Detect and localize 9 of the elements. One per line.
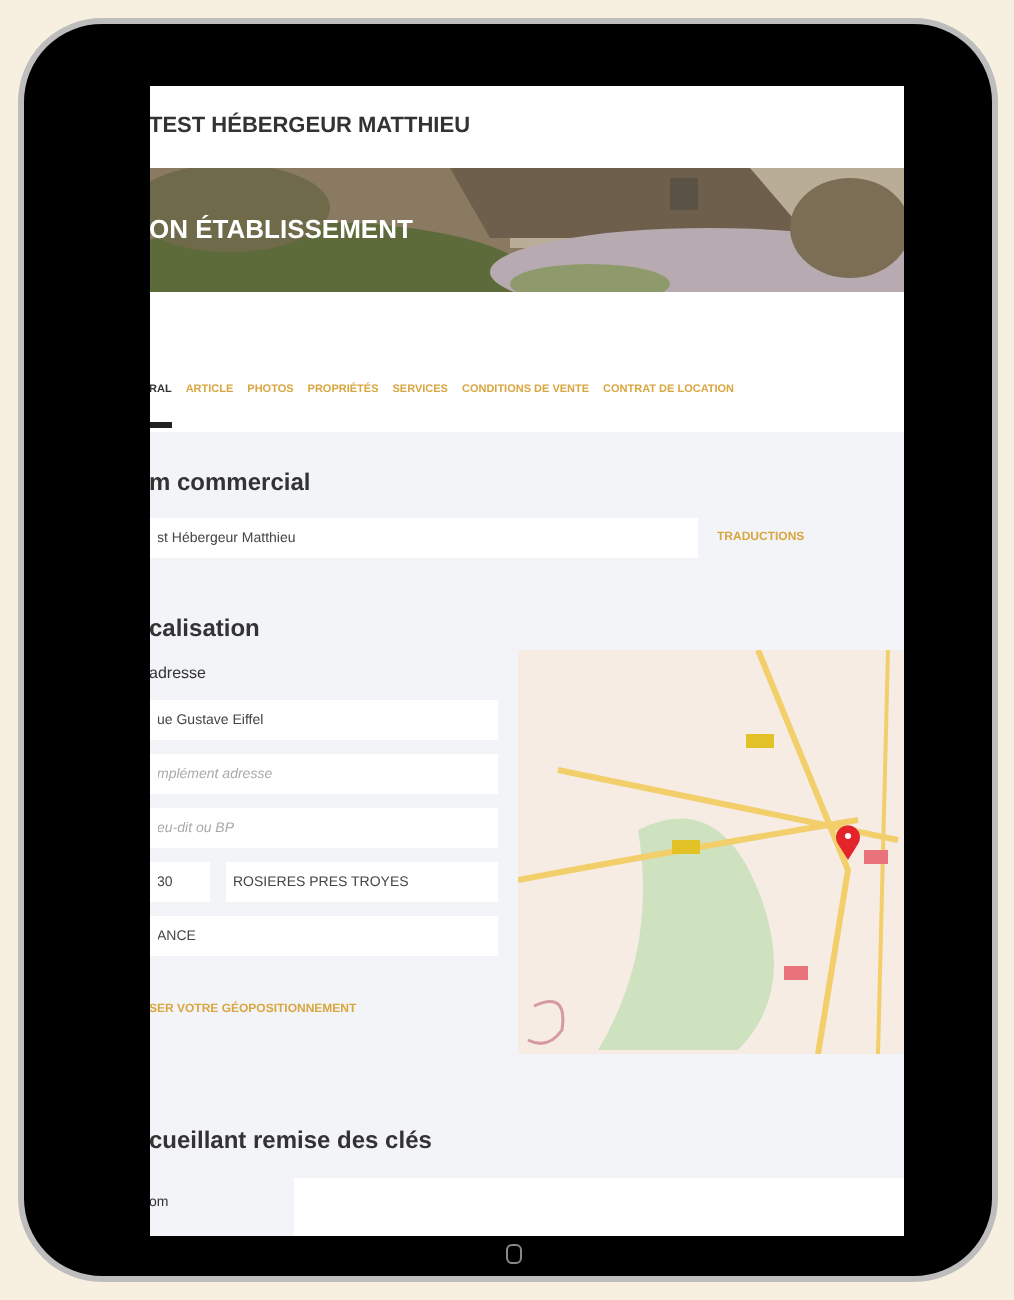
site-title: TEST HÉBERGEUR MATTHIEU <box>149 110 471 143</box>
page-title: ON ÉTABLISSEMENT <box>149 212 413 249</box>
section-heading: calisation <box>149 612 262 646</box>
map-pin-icon <box>833 824 861 860</box>
input-field[interactable] <box>293 1178 903 1236</box>
field-label: adresse <box>149 662 208 686</box>
section-heading: m commercial <box>149 466 313 500</box>
home-button[interactable] <box>505 1244 521 1264</box>
section-heading: cueillant remise des clés <box>149 1124 434 1158</box>
